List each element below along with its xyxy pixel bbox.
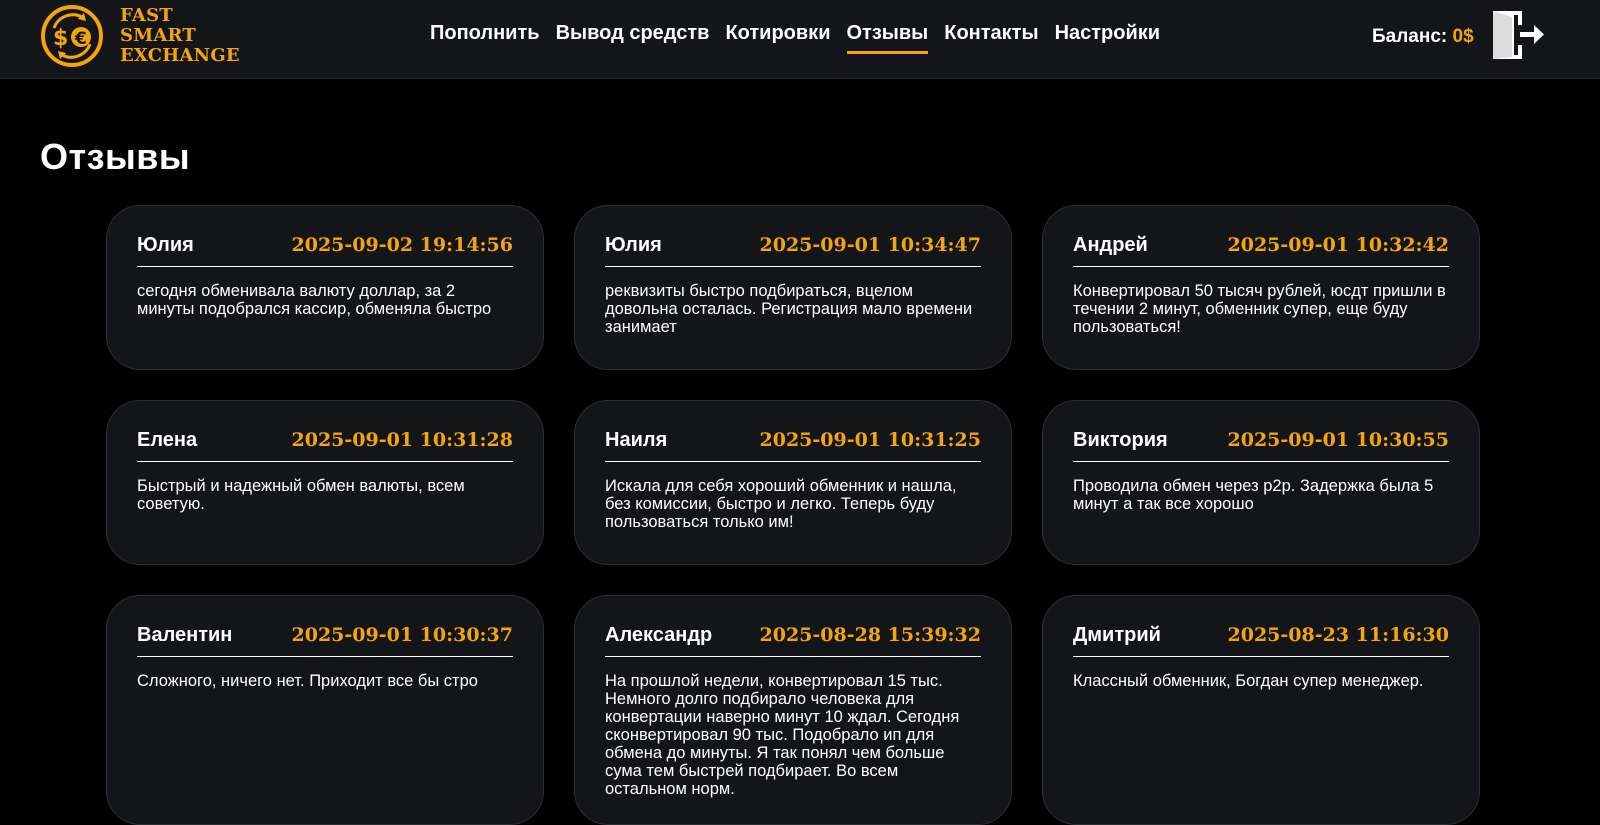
currency-exchange-icon: $ €: [41, 5, 103, 67]
review-author: Юлия: [137, 234, 194, 256]
review-text: Сложного, ничего нет. Приходит все бы ст…: [137, 672, 478, 690]
review-card: Александр 2025-08-28 15:39:32 На прошлой…: [574, 595, 1012, 825]
review-card: Елена 2025-09-01 10:31:28 Быстрый и наде…: [106, 400, 544, 565]
nav-item-reviews[interactable]: Отзывы: [846, 22, 929, 54]
review-header: Наиля 2025-09-01 10:31:25: [605, 429, 981, 462]
review-date: 2025-09-02 19:14:56: [291, 234, 514, 256]
balance-display: Баланс: 0$: [1372, 26, 1474, 48]
review-header: Юлия 2025-09-02 19:14:56: [137, 234, 513, 267]
review-author: Андрей: [1073, 234, 1148, 256]
brand-name: FAST SMART EXCHANGE: [120, 6, 240, 66]
review-date: 2025-08-23 11:16:30: [1227, 624, 1450, 646]
review-card: Валентин 2025-09-01 10:30:37 Сложного, н…: [106, 595, 544, 825]
nav-item-contacts[interactable]: Контакты: [944, 22, 1038, 54]
review-author: Валентин: [137, 624, 233, 646]
brand-line-2: SMART: [120, 25, 196, 46]
review-author: Юлия: [605, 234, 662, 256]
review-author: Александр: [605, 624, 713, 646]
review-author: Виктория: [1073, 429, 1168, 451]
review-text: Искала для себя хороший обменник и нашла…: [605, 477, 957, 531]
review-header: Александр 2025-08-28 15:39:32: [605, 624, 981, 657]
review-date: 2025-09-01 10:34:47: [759, 234, 982, 256]
review-text: На прошлой недели, конвертировал 15 тыс.…: [605, 672, 960, 798]
review-card: Виктория 2025-09-01 10:30:55 Проводила о…: [1042, 400, 1480, 565]
review-text: реквизиты быстро подбираться, вцелом дов…: [605, 282, 973, 336]
review-header: Юлия 2025-09-01 10:34:47: [605, 234, 981, 267]
brand-logo[interactable]: $ € FAST SMART EXCHANGE: [40, 4, 240, 68]
review-header: Дмитрий 2025-08-23 11:16:30: [1073, 624, 1449, 657]
review-header: Виктория 2025-09-01 10:30:55: [1073, 429, 1449, 462]
balance-label: Баланс:: [1372, 26, 1448, 47]
review-date: 2025-09-01 10:31:25: [759, 429, 982, 451]
nav-item-withdraw[interactable]: Вывод средств: [556, 22, 710, 54]
review-text: Быстрый и надежный обмен валюты, всем со…: [137, 477, 465, 513]
page-title: Отзывы: [40, 136, 191, 177]
review-text: Проводила обмен через р2р. Задержка была…: [1073, 477, 1434, 513]
brand-line-3: EXCHANGE: [120, 45, 240, 66]
review-header: Андрей 2025-09-01 10:32:42: [1073, 234, 1449, 267]
svg-text:€: €: [74, 29, 87, 49]
review-header: Елена 2025-09-01 10:31:28: [137, 429, 513, 462]
review-text: Классный обменник, Богдан супер менеджер…: [1073, 672, 1424, 690]
review-text: сегодня обменивала валюту доллар, за 2 м…: [137, 282, 492, 318]
review-author: Дмитрий: [1073, 624, 1161, 646]
nav-item-settings[interactable]: Настройки: [1055, 22, 1161, 54]
nav-item-deposit[interactable]: Пополнить: [430, 22, 540, 54]
review-author: Елена: [137, 429, 198, 451]
nav-item-quotes[interactable]: Котировки: [725, 22, 830, 54]
review-card: Наиля 2025-09-01 10:31:25 Искала для себ…: [574, 400, 1012, 565]
review-header: Валентин 2025-09-01 10:30:37: [137, 624, 513, 657]
review-card: Юлия 2025-09-01 10:34:47 реквизиты быстр…: [574, 205, 1012, 370]
review-date: 2025-09-01 10:32:42: [1227, 234, 1450, 256]
review-date: 2025-09-01 10:31:28: [291, 429, 514, 451]
top-header: $ € FAST SMART EXCHANGE Пополнить Вывод …: [0, 0, 1600, 79]
review-card: Дмитрий 2025-08-23 11:16:30 Классный обм…: [1042, 595, 1480, 825]
review-card: Юлия 2025-09-02 19:14:56 сегодня обменив…: [106, 205, 544, 370]
reviews-grid: Юлия 2025-09-02 19:14:56 сегодня обменив…: [106, 205, 1480, 825]
review-date: 2025-08-28 15:39:32: [759, 624, 982, 646]
review-date: 2025-09-01 10:30:55: [1227, 429, 1450, 451]
review-card: Андрей 2025-09-01 10:32:42 Конвертировал…: [1042, 205, 1480, 370]
main-nav: Пополнить Вывод средств Котировки Отзывы…: [430, 22, 1160, 54]
logout-icon[interactable]: [1490, 8, 1546, 62]
review-author: Наиля: [605, 429, 668, 451]
review-text: Конвертировал 50 тысяч рублей, юсдт приш…: [1073, 282, 1446, 336]
brand-line-1: FAST: [120, 5, 173, 26]
svg-text:$: $: [53, 26, 68, 51]
review-date: 2025-09-01 10:30:37: [291, 624, 514, 646]
balance-amount: 0$: [1452, 26, 1474, 47]
